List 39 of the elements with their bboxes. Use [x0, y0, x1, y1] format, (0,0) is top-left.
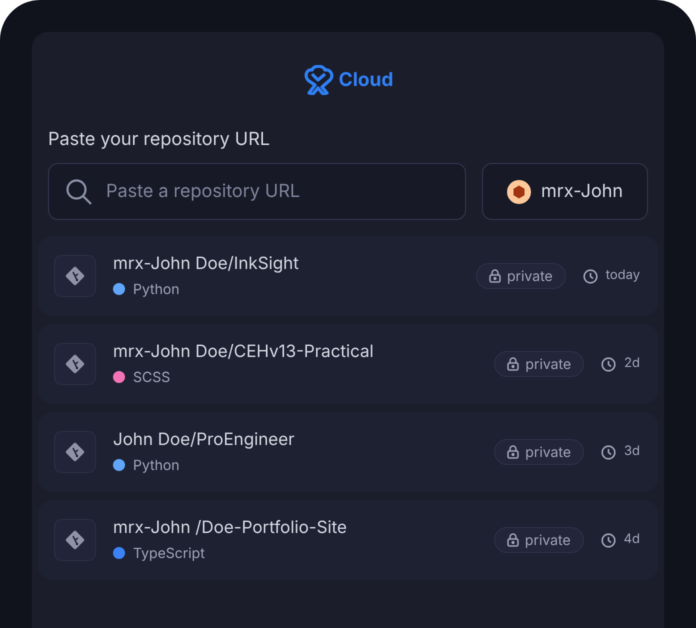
language-label: Python: [133, 280, 180, 300]
visibility-badge: private: [494, 527, 584, 553]
clock-icon: [600, 532, 616, 548]
repository-card[interactable]: mrx-John /Doe-Portfolio-Site TypeScript private 4d: [38, 500, 658, 580]
repository-card[interactable]: John Doe/ProEngineer Python private 3d: [38, 412, 658, 492]
search-icon: [65, 178, 93, 206]
avatar-icon: [506, 180, 531, 204]
cloud-logo-icon: [302, 65, 335, 95]
repository-name: mrx-John Doe/InkSight: [113, 252, 300, 274]
language-label: TypeScript: [133, 544, 205, 564]
logo-text: Cloud: [338, 66, 394, 93]
updated-time: 4d: [624, 530, 640, 550]
repository-name: John Doe/ProEngineer: [113, 428, 296, 450]
lock-icon: [507, 445, 520, 459]
lock-icon: [507, 357, 520, 371]
repository-card[interactable]: mrx-John Doe/CEHv13-Practical SCSS private 2d: [38, 324, 658, 404]
search-field[interactable]: Paste a repository URL: [48, 163, 466, 220]
git-repo-icon: [54, 255, 96, 297]
git-repo-icon: [54, 343, 96, 385]
visibility-badge: private: [494, 439, 584, 465]
lock-icon: [506, 533, 519, 547]
lock-icon: [488, 269, 501, 283]
account-button[interactable]: mrx-John: [482, 163, 648, 220]
prompt-label: Paste your repository URL: [48, 128, 271, 152]
repository-card[interactable]: mrx-John Doe/InkSight Python private today: [38, 236, 658, 316]
git-repo-icon: [54, 431, 96, 473]
git-repo-icon: [54, 519, 96, 561]
visibility-badge: private: [494, 351, 584, 377]
repository-name: mrx-John /Doe-Portfolio-Site: [113, 516, 348, 538]
updated-time: 3d: [624, 442, 640, 462]
updated-time: today: [606, 266, 640, 286]
clock-icon: [601, 444, 616, 460]
updated-time: 2d: [624, 354, 640, 374]
clock-icon: [582, 268, 598, 284]
repository-name: mrx-John Doe/CEHv13-Practical: [113, 340, 375, 362]
clock-icon: [601, 356, 616, 372]
visibility-badge: private: [476, 263, 566, 289]
language-label: SCSS: [133, 368, 170, 388]
language-label: Python: [133, 456, 180, 476]
